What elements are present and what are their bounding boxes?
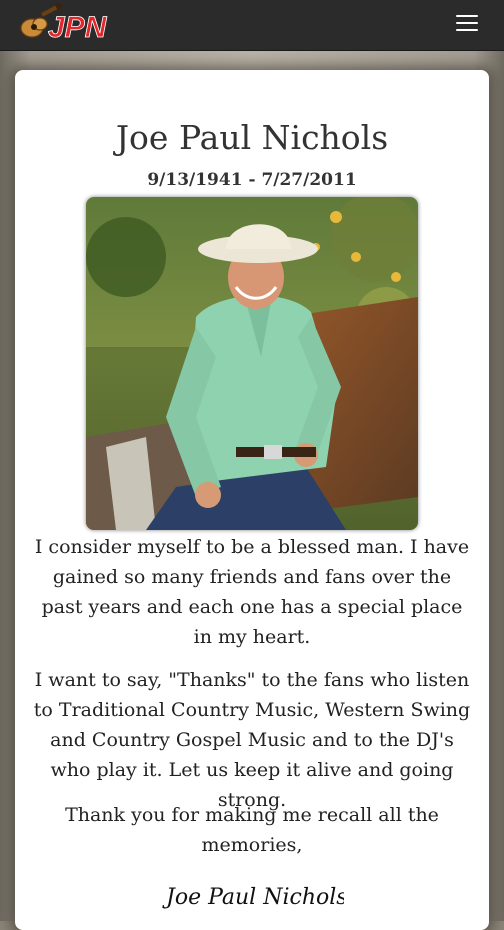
guitar-logo-icon: JPN <box>20 2 108 44</box>
message-paragraph-3: Thank you for making me recall all the m… <box>65 804 439 856</box>
brand-text: JPN <box>48 11 108 44</box>
portrait-photo <box>86 197 418 530</box>
brand-logo[interactable]: JPN <box>18 2 110 45</box>
page-title: Joe Paul Nichols <box>115 118 389 157</box>
life-dates: 9/13/1941 - 7/27/2011 <box>147 170 357 190</box>
message-paragraph-1: I consider myself to be a blessed man. I… <box>34 536 470 648</box>
hamburger-menu-icon[interactable] <box>456 15 480 35</box>
signature-text: Joe Paul Nichols <box>162 885 344 910</box>
message-paragraph-2: I want to say, "Thanks" to the fans who … <box>33 669 471 811</box>
signature-image: Joe Paul Nichols <box>160 872 348 918</box>
top-navbar: JPN <box>0 0 504 51</box>
